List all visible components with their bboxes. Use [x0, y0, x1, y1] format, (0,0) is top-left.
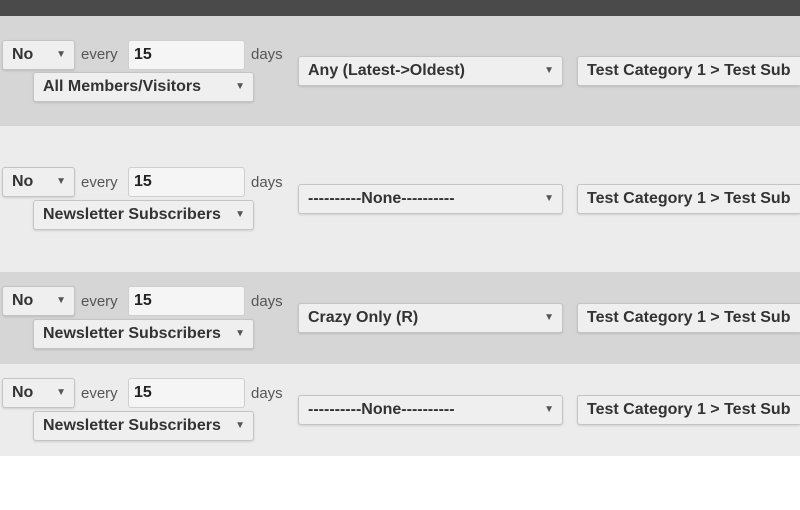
every-label: every [81, 293, 118, 310]
order-select[interactable]: Any (Latest->Oldest) ▼ [298, 56, 563, 86]
audience-select[interactable]: Newsletter Subscribers ▼ [33, 200, 254, 230]
interval-input[interactable]: 15 [128, 286, 245, 316]
schedule-row: No ▼ every 15 days Newsletter Subscribers… [0, 364, 800, 456]
chevron-down-icon: ▼ [235, 420, 245, 431]
days-label: days [251, 293, 283, 310]
enabled-select[interactable]: No ▼ [2, 286, 75, 316]
chevron-down-icon: ▼ [544, 65, 554, 76]
days-label: days [251, 174, 283, 191]
interval-input[interactable]: 15 [128, 378, 245, 408]
every-label: every [81, 174, 118, 191]
chevron-down-icon: ▼ [235, 209, 245, 220]
chevron-down-icon: ▼ [56, 49, 66, 60]
chevron-down-icon: ▼ [56, 387, 66, 398]
days-label: days [251, 46, 283, 63]
chevron-down-icon: ▼ [56, 176, 66, 187]
chevron-down-icon: ▼ [235, 81, 245, 92]
header-bar [0, 0, 800, 16]
chevron-down-icon: ▼ [56, 295, 66, 306]
every-label: every [81, 385, 118, 402]
order-select[interactable]: ----------None---------- ▼ [298, 184, 563, 214]
chevron-down-icon: ▼ [544, 404, 554, 415]
audience-select[interactable]: All Members/Visitors ▼ [33, 72, 254, 102]
interval-input[interactable]: 15 [128, 167, 245, 197]
interval-input[interactable]: 15 [128, 40, 245, 70]
chevron-down-icon: ▼ [544, 193, 554, 204]
schedule-row: No ▼ every 15 days All Members/Visitors ▼ … [0, 16, 800, 126]
chevron-down-icon: ▼ [235, 328, 245, 339]
category-select[interactable]: Test Category 1 > Test Sub [577, 56, 800, 86]
audience-select[interactable]: Newsletter Subscribers ▼ [33, 319, 254, 349]
days-label: days [251, 385, 283, 402]
every-label: every [81, 46, 118, 63]
order-select[interactable]: ----------None---------- ▼ [298, 395, 563, 425]
category-select[interactable]: Test Category 1 > Test Sub [577, 303, 800, 333]
chevron-down-icon: ▼ [544, 312, 554, 323]
audience-select[interactable]: Newsletter Subscribers ▼ [33, 411, 254, 441]
schedule-row: No ▼ every 15 days Newsletter Subscribers… [0, 272, 800, 364]
enabled-select[interactable]: No ▼ [2, 378, 75, 408]
enabled-select[interactable]: No ▼ [2, 40, 75, 70]
category-select[interactable]: Test Category 1 > Test Sub [577, 184, 800, 214]
schedule-row: No ▼ every 15 days Newsletter Subscribers… [0, 126, 800, 272]
category-select[interactable]: Test Category 1 > Test Sub [577, 395, 800, 425]
order-select[interactable]: Crazy Only (R) ▼ [298, 303, 563, 333]
enabled-select[interactable]: No ▼ [2, 167, 75, 197]
